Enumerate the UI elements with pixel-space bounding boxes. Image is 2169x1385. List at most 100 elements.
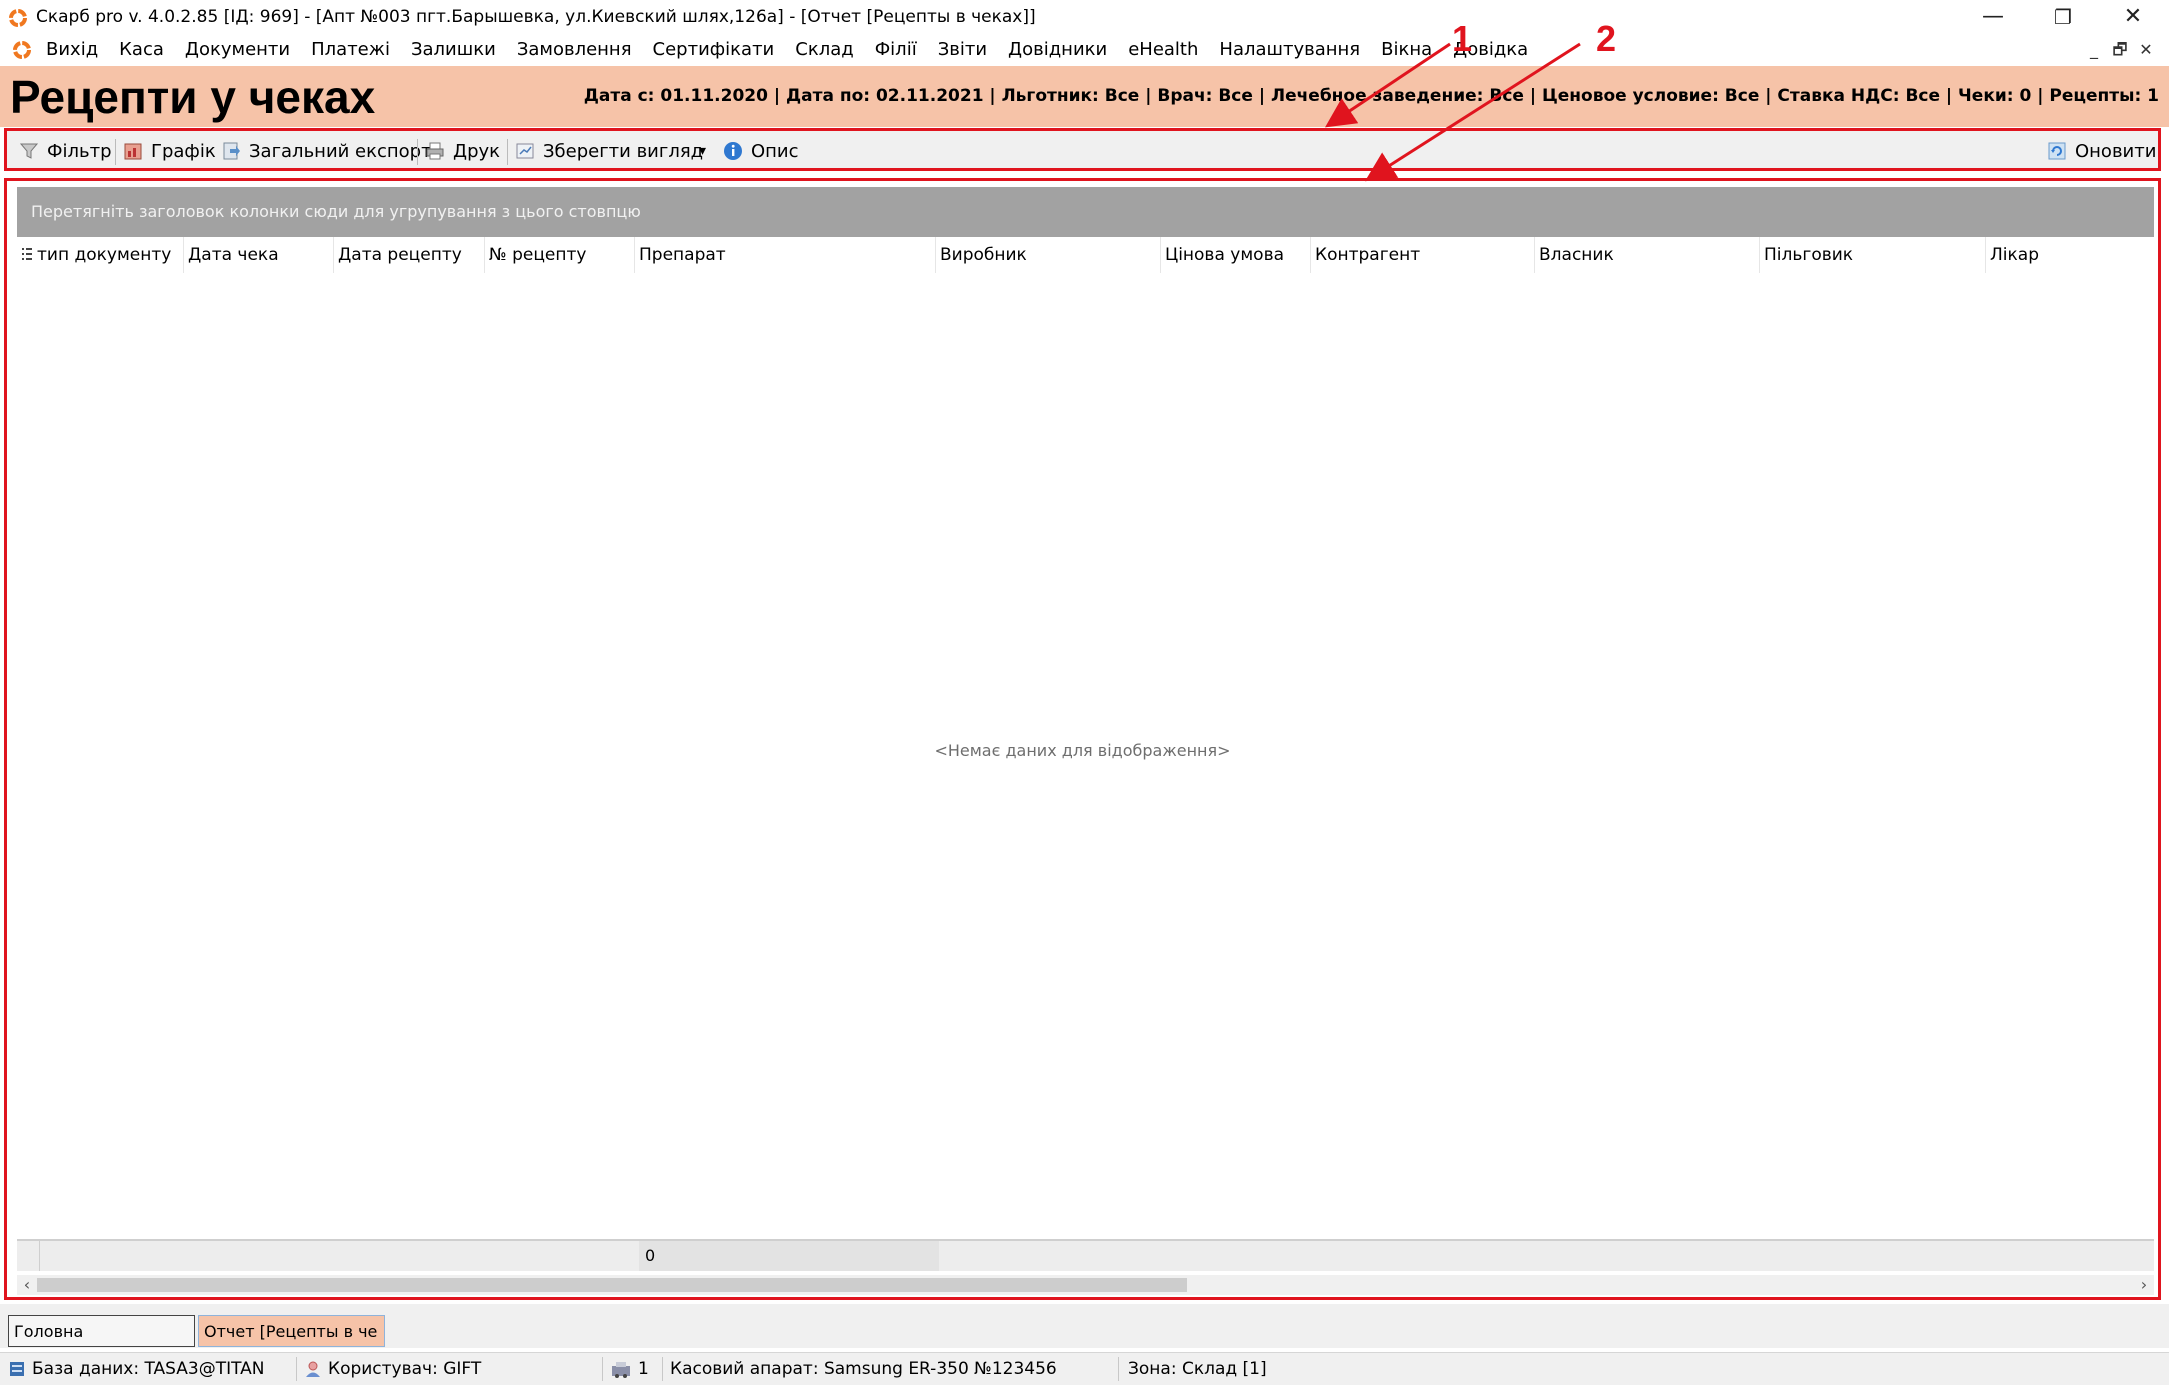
app-menu-icon[interactable]: [12, 40, 32, 60]
mdi-minimize-button[interactable]: _: [2082, 38, 2106, 62]
column-header-drug[interactable]: Препарат: [635, 237, 936, 273]
column-header-price-condition[interactable]: Цінова умова: [1161, 237, 1311, 273]
window-title-bar: Скарб pro v. 4.0.2.85 [ІД: 969] - [Апт №…: [0, 0, 2169, 36]
status-bar: База даних: TASA3@TITAN Користувач: GIFT…: [0, 1352, 2169, 1385]
data-grid: Перетягніть заголовок колонки сюди для у…: [4, 178, 2161, 1300]
mdi-restore-button[interactable]: 🗗: [2108, 38, 2132, 62]
restore-button[interactable]: ❐: [2028, 0, 2098, 36]
menu-item-certificates[interactable]: Сертифікати: [653, 39, 775, 60]
column-header-doctor[interactable]: Лікар: [1986, 237, 2154, 273]
status-user-text: Користувач: GIFT: [328, 1359, 482, 1379]
description-label: Опис: [751, 140, 799, 162]
menu-item-exit[interactable]: Вихід: [46, 39, 98, 60]
menu-item-warehouse[interactable]: Склад: [795, 39, 853, 60]
status-database-text: База даних: TASA3@TITAN: [32, 1359, 265, 1379]
column-header-prescription-date[interactable]: Дата рецепту: [334, 237, 485, 273]
tab-report[interactable]: Отчет [Рецепты в че ...: [198, 1315, 385, 1347]
refresh-icon: [2048, 142, 2066, 160]
column-chooser-icon[interactable]: [21, 247, 33, 263]
menu-item-orders[interactable]: Замовлення: [517, 39, 632, 60]
report-header: Рецепти у чеках Дата с: 01.11.2020 | Дат…: [0, 66, 2169, 127]
empty-grid-message: <Немає даних для відображення>: [934, 741, 1231, 760]
info-icon: [724, 142, 742, 160]
menu-item-ehealth[interactable]: eHealth: [1128, 39, 1198, 60]
window-tabs-bar: Головна Отчет [Рецепты в че ...: [0, 1304, 2169, 1348]
footer-count-cell: 0: [639, 1241, 939, 1271]
status-separator: [662, 1357, 663, 1381]
menu-item-payments[interactable]: Платежі: [311, 39, 390, 60]
status-database: База даних: TASA3@TITAN: [8, 1359, 265, 1379]
save-view-dropdown[interactable]: ▾: [699, 139, 706, 163]
printer-icon: [426, 142, 444, 160]
close-button[interactable]: ✕: [2098, 0, 2168, 36]
export-icon: [223, 142, 240, 160]
status-user: Користувач: GIFT: [304, 1359, 481, 1379]
column-headers: тип документу Дата чека Дата рецепту № р…: [17, 237, 2154, 273]
toolbar-separator: [507, 139, 508, 165]
tab-home[interactable]: Головна: [8, 1315, 195, 1347]
save-view-button[interactable]: Зберегти вигляд: [515, 139, 703, 163]
status-zone-text: Зона: Склад [1]: [1128, 1359, 1267, 1379]
scrollbar-thumb[interactable]: [37, 1278, 1187, 1292]
menu-item-cash[interactable]: Каса: [119, 39, 164, 60]
menu-items: Вихід Каса Документи Платежі Залишки Зам…: [46, 39, 1549, 60]
toolbar-separator: [417, 139, 418, 165]
column-header-beneficiary[interactable]: Пільговик: [1760, 237, 1986, 273]
status-separator: [296, 1357, 297, 1381]
print-button[interactable]: Друк: [425, 139, 500, 163]
filter-label: Фільтр: [47, 140, 112, 162]
column-header-prescription-number[interactable]: № рецепту: [485, 237, 635, 273]
filter-button[interactable]: Фільтр: [19, 139, 112, 163]
minimize-button[interactable]: —: [1958, 0, 2028, 36]
column-header-counterparty[interactable]: Контрагент: [1311, 237, 1535, 273]
toolbar-separator: [115, 139, 116, 165]
menu-item-directories[interactable]: Довідники: [1008, 39, 1107, 60]
refresh-label: Оновити: [2075, 140, 2157, 162]
menu-item-windows[interactable]: Вікна: [1381, 39, 1432, 60]
status-zone: Зона: Склад [1]: [1128, 1359, 1267, 1379]
user-icon: [306, 1361, 320, 1377]
report-title: Рецепти у чеках: [10, 71, 376, 123]
column-header-manufacturer[interactable]: Виробник: [936, 237, 1161, 273]
window-title: Скарб pro v. 4.0.2.85 [ІД: 969] - [Апт №…: [36, 7, 1036, 27]
status-cash-register-text: Касовий апарат: Samsung ER-350 №123456: [670, 1359, 1057, 1379]
status-cash-register: Касовий апарат: Samsung ER-350 №123456: [670, 1359, 1057, 1379]
save-view-icon: [516, 143, 534, 159]
report-toolbar: Фільтр Графік Загальний експорт Друк Збе…: [4, 128, 2161, 171]
column-header-doc-type[interactable]: тип документу: [33, 237, 184, 273]
status-queue: 1: [610, 1359, 649, 1379]
save-view-label: Зберегти вигляд: [543, 140, 704, 162]
column-header-owner[interactable]: Власник: [1535, 237, 1760, 273]
scroll-right-arrow-icon[interactable]: ›: [2134, 1275, 2154, 1295]
print-label: Друк: [453, 140, 501, 162]
footer-indicator-cell: [17, 1241, 40, 1271]
mdi-close-button[interactable]: ✕: [2134, 38, 2158, 62]
menu-item-settings[interactable]: Налаштування: [1219, 39, 1360, 60]
scroll-left-arrow-icon[interactable]: ‹: [17, 1275, 37, 1295]
menu-item-branches[interactable]: Філії: [875, 39, 917, 60]
filter-icon: [19, 143, 39, 159]
chart-button[interactable]: Графік: [123, 139, 216, 163]
menu-item-documents[interactable]: Документи: [185, 39, 290, 60]
refresh-button[interactable]: Оновити: [2047, 139, 2156, 163]
chart-label: Графік: [151, 140, 216, 162]
status-separator: [1118, 1357, 1119, 1381]
export-button[interactable]: Загальний експорт: [221, 139, 432, 163]
description-button[interactable]: Опис: [723, 139, 799, 163]
column-header-receipt-date[interactable]: Дата чека: [184, 237, 334, 273]
menu-item-stock[interactable]: Залишки: [411, 39, 496, 60]
grid-footer: 0: [17, 1239, 2154, 1271]
group-by-panel[interactable]: Перетягніть заголовок колонки сюди для у…: [17, 187, 2154, 237]
horizontal-scrollbar[interactable]: ‹ ›: [17, 1275, 2154, 1295]
menu-bar: Вихід Каса Документи Платежі Залишки Зам…: [0, 36, 2169, 66]
annotation-label-1: 1: [1452, 18, 1473, 59]
annotation-label-2: 2: [1596, 18, 1617, 59]
export-label: Загальний експорт: [249, 140, 432, 162]
chart-icon: [124, 143, 142, 160]
cash-register-icon: [612, 1362, 630, 1378]
filter-summary: Дата с: 01.11.2020 | Дата по: 02.11.2021…: [583, 86, 2159, 106]
menu-item-reports[interactable]: Звіти: [938, 39, 987, 60]
app-logo-icon: [9, 9, 27, 27]
status-queue-count: 1: [638, 1359, 649, 1379]
database-icon: [10, 1362, 24, 1376]
